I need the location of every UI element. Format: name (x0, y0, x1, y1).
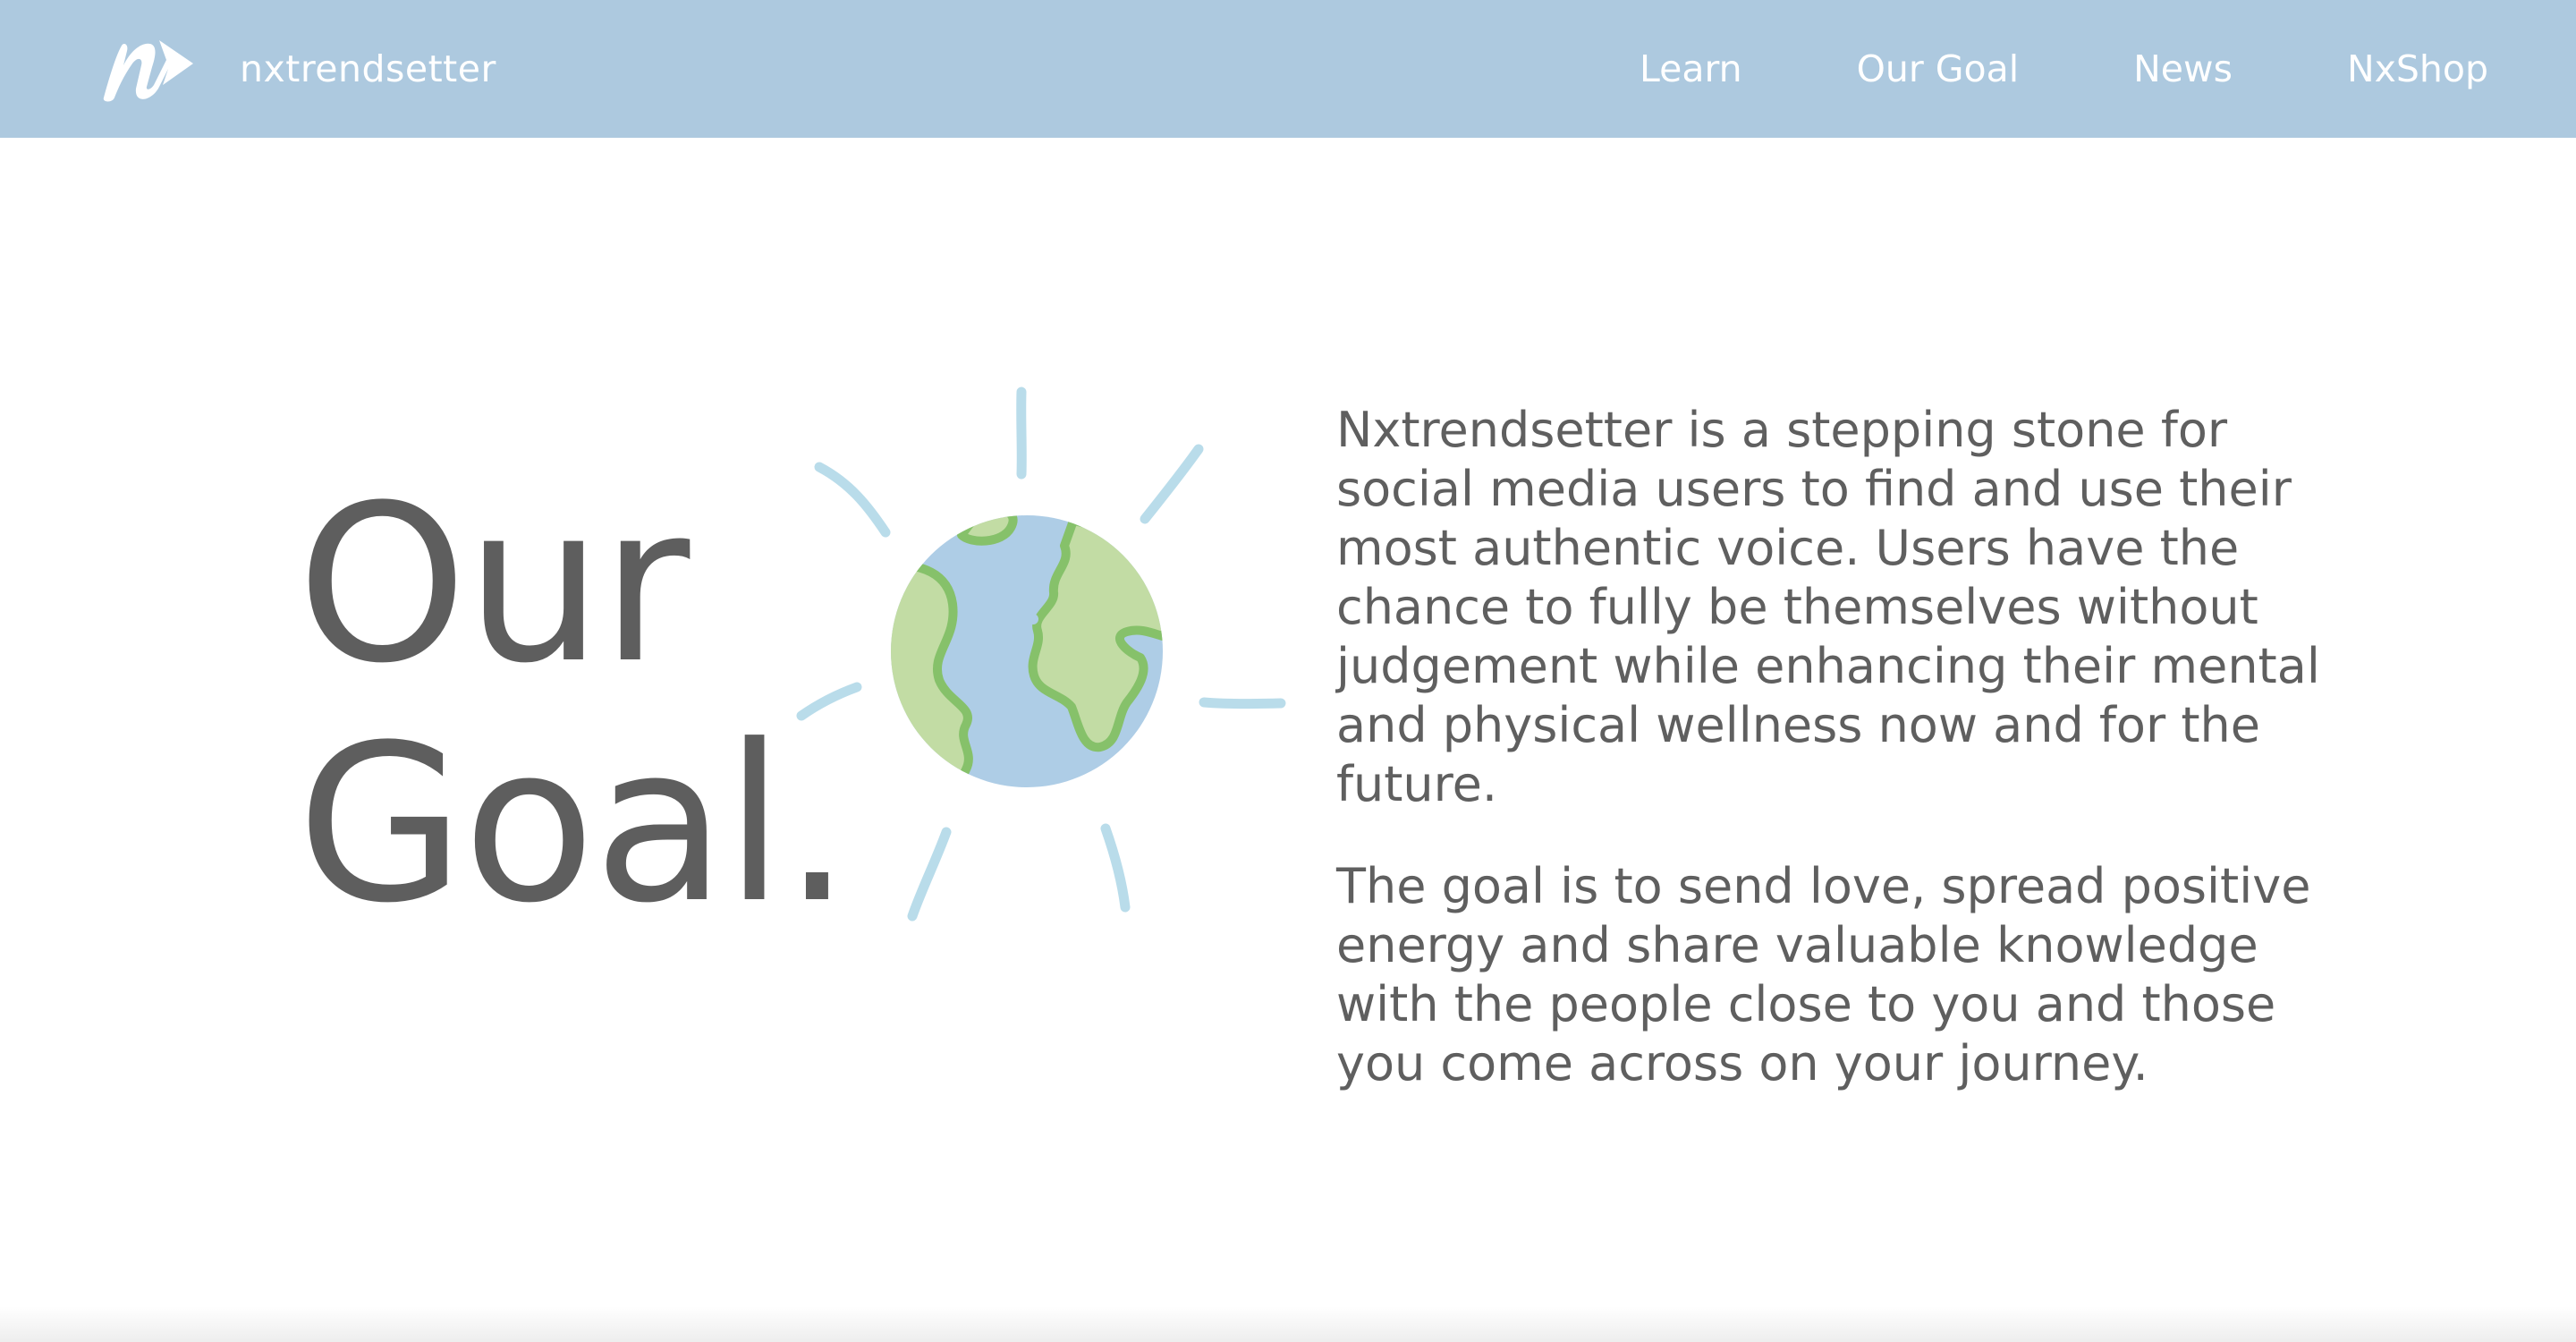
nx-arrow-logo-icon (103, 40, 193, 102)
nav-link-nxshop[interactable]: NxShop (2347, 47, 2488, 90)
goal-paragraph-2: The goal is to send love, spread positiv… (1336, 858, 2311, 1091)
page-title: Our Goal. (297, 465, 852, 945)
earth-globe-icon (796, 386, 1286, 922)
brand-name: nxtrendsetter (240, 47, 496, 90)
brand-home-link[interactable]: nxtrendsetter (97, 27, 496, 111)
nav-link-news[interactable]: News (2133, 47, 2233, 90)
nav-link-learn[interactable]: Learn (1640, 47, 1742, 90)
top-navbar: nxtrendsetter Learn Our Goal News NxShop (0, 0, 2576, 138)
goal-paragraph-1: Nxtrendsetter is a stepping stone for so… (1336, 402, 2320, 812)
section-divider-shadow (0, 1306, 2576, 1342)
nav-link-our-goal[interactable]: Our Goal (1857, 47, 2020, 90)
page-title-line-2: Goal. (297, 699, 852, 951)
main-nav: Learn Our Goal News NxShop (1640, 0, 2488, 138)
page-title-line-1: Our (297, 459, 690, 711)
goal-description: Nxtrendsetter is a stepping stone for so… (1336, 401, 2338, 1136)
